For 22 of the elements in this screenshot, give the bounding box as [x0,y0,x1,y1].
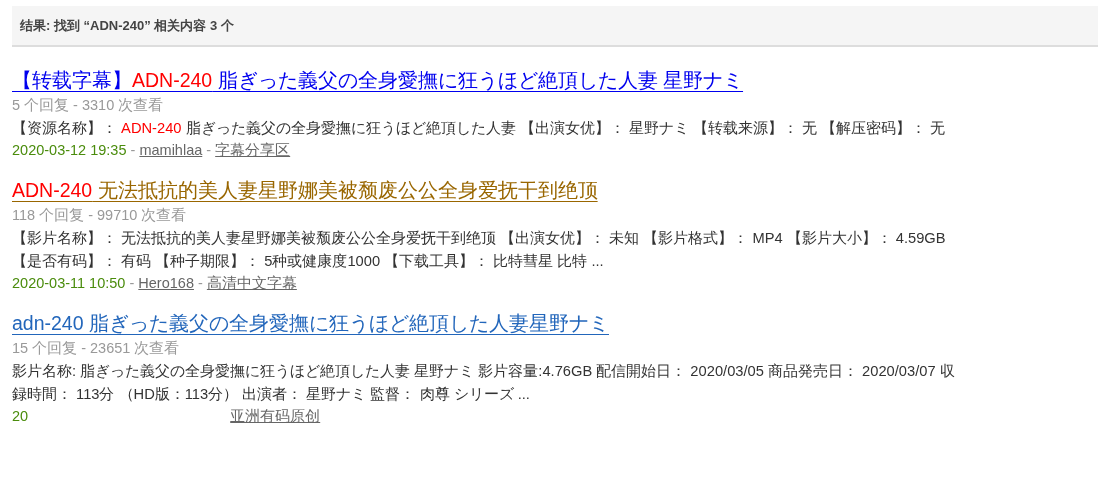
forum-link[interactable]: 高清中文字幕 [206,275,297,291]
result-description: 影片名称: 脂ぎった義父の全身愛撫に狂うほど絶頂した人妻 星野ナミ 影片容量:4.76GB 配信開始日： 2020/03/05 商品発売日： 2020/03/07 収録時間： 113分 （HD版：113分） 出演者： 星野ナミ 監督： 肉尊 シリーズ ... [12,362,956,404]
reply-view-count: 5 个回复 - 3310 次查看 [12,96,165,115]
reply-view-count: 118 个回复 - 99710 次查看 [12,206,188,225]
forum-link[interactable]: 字幕分享区 [215,142,291,158]
result-description: 【资源名称】： ADN-240 脂ぎった義父の全身愛撫に狂うほど絶頂した人妻 【出演女优】： 星野ナミ 【转载来源】： 无 【解压密码】： 无 [12,119,947,138]
separator: - [198,275,203,291]
result-title-link[interactable]: adn-240 脂ぎった義父の全身愛撫に狂うほど絶頂した人妻星野ナミ [12,312,609,334]
separator: - [129,275,135,291]
post-date: 20 [12,408,29,424]
separator: - [130,142,136,158]
forum-link[interactable]: 亚洲有码原创 [230,408,321,424]
author-link[interactable]: Hero168 [138,275,194,291]
result-title-link[interactable]: 【转载字幕】ADN-240 脂ぎった義父の全身愛撫に狂うほど絶頂した人妻 星野ナミ [12,69,744,91]
result-description: 【影片名称】： 无法抵抗的美人妻星野娜美被颓废公公全身爱抚干到绝顶 【出演女优】： 未知 【影片格式】： MP4 【影片大小】： 4.59GB 【是否有码】： 有码 【种子期限】： 5种或健康度1000 【下载工具】： 比特彗星 比特 ... [12,229,947,271]
result-summary: 结果: 找到 “ADN-240” 相关内容 3 个 [20,18,234,33]
result-title-link[interactable]: ADN-240 无法抵抗的美人妻星野娜美被颓废公公全身爱抚干到绝顶 [12,179,598,201]
post-date: 2020-03-12 19:35 [12,142,127,158]
reply-view-count: 15 个回复 - 23651 次查看 [12,339,181,358]
separator: - [206,142,212,158]
post-date: 2020-03-11 10:50 [12,275,126,291]
author-link[interactable]: mamihlaa [139,142,203,158]
